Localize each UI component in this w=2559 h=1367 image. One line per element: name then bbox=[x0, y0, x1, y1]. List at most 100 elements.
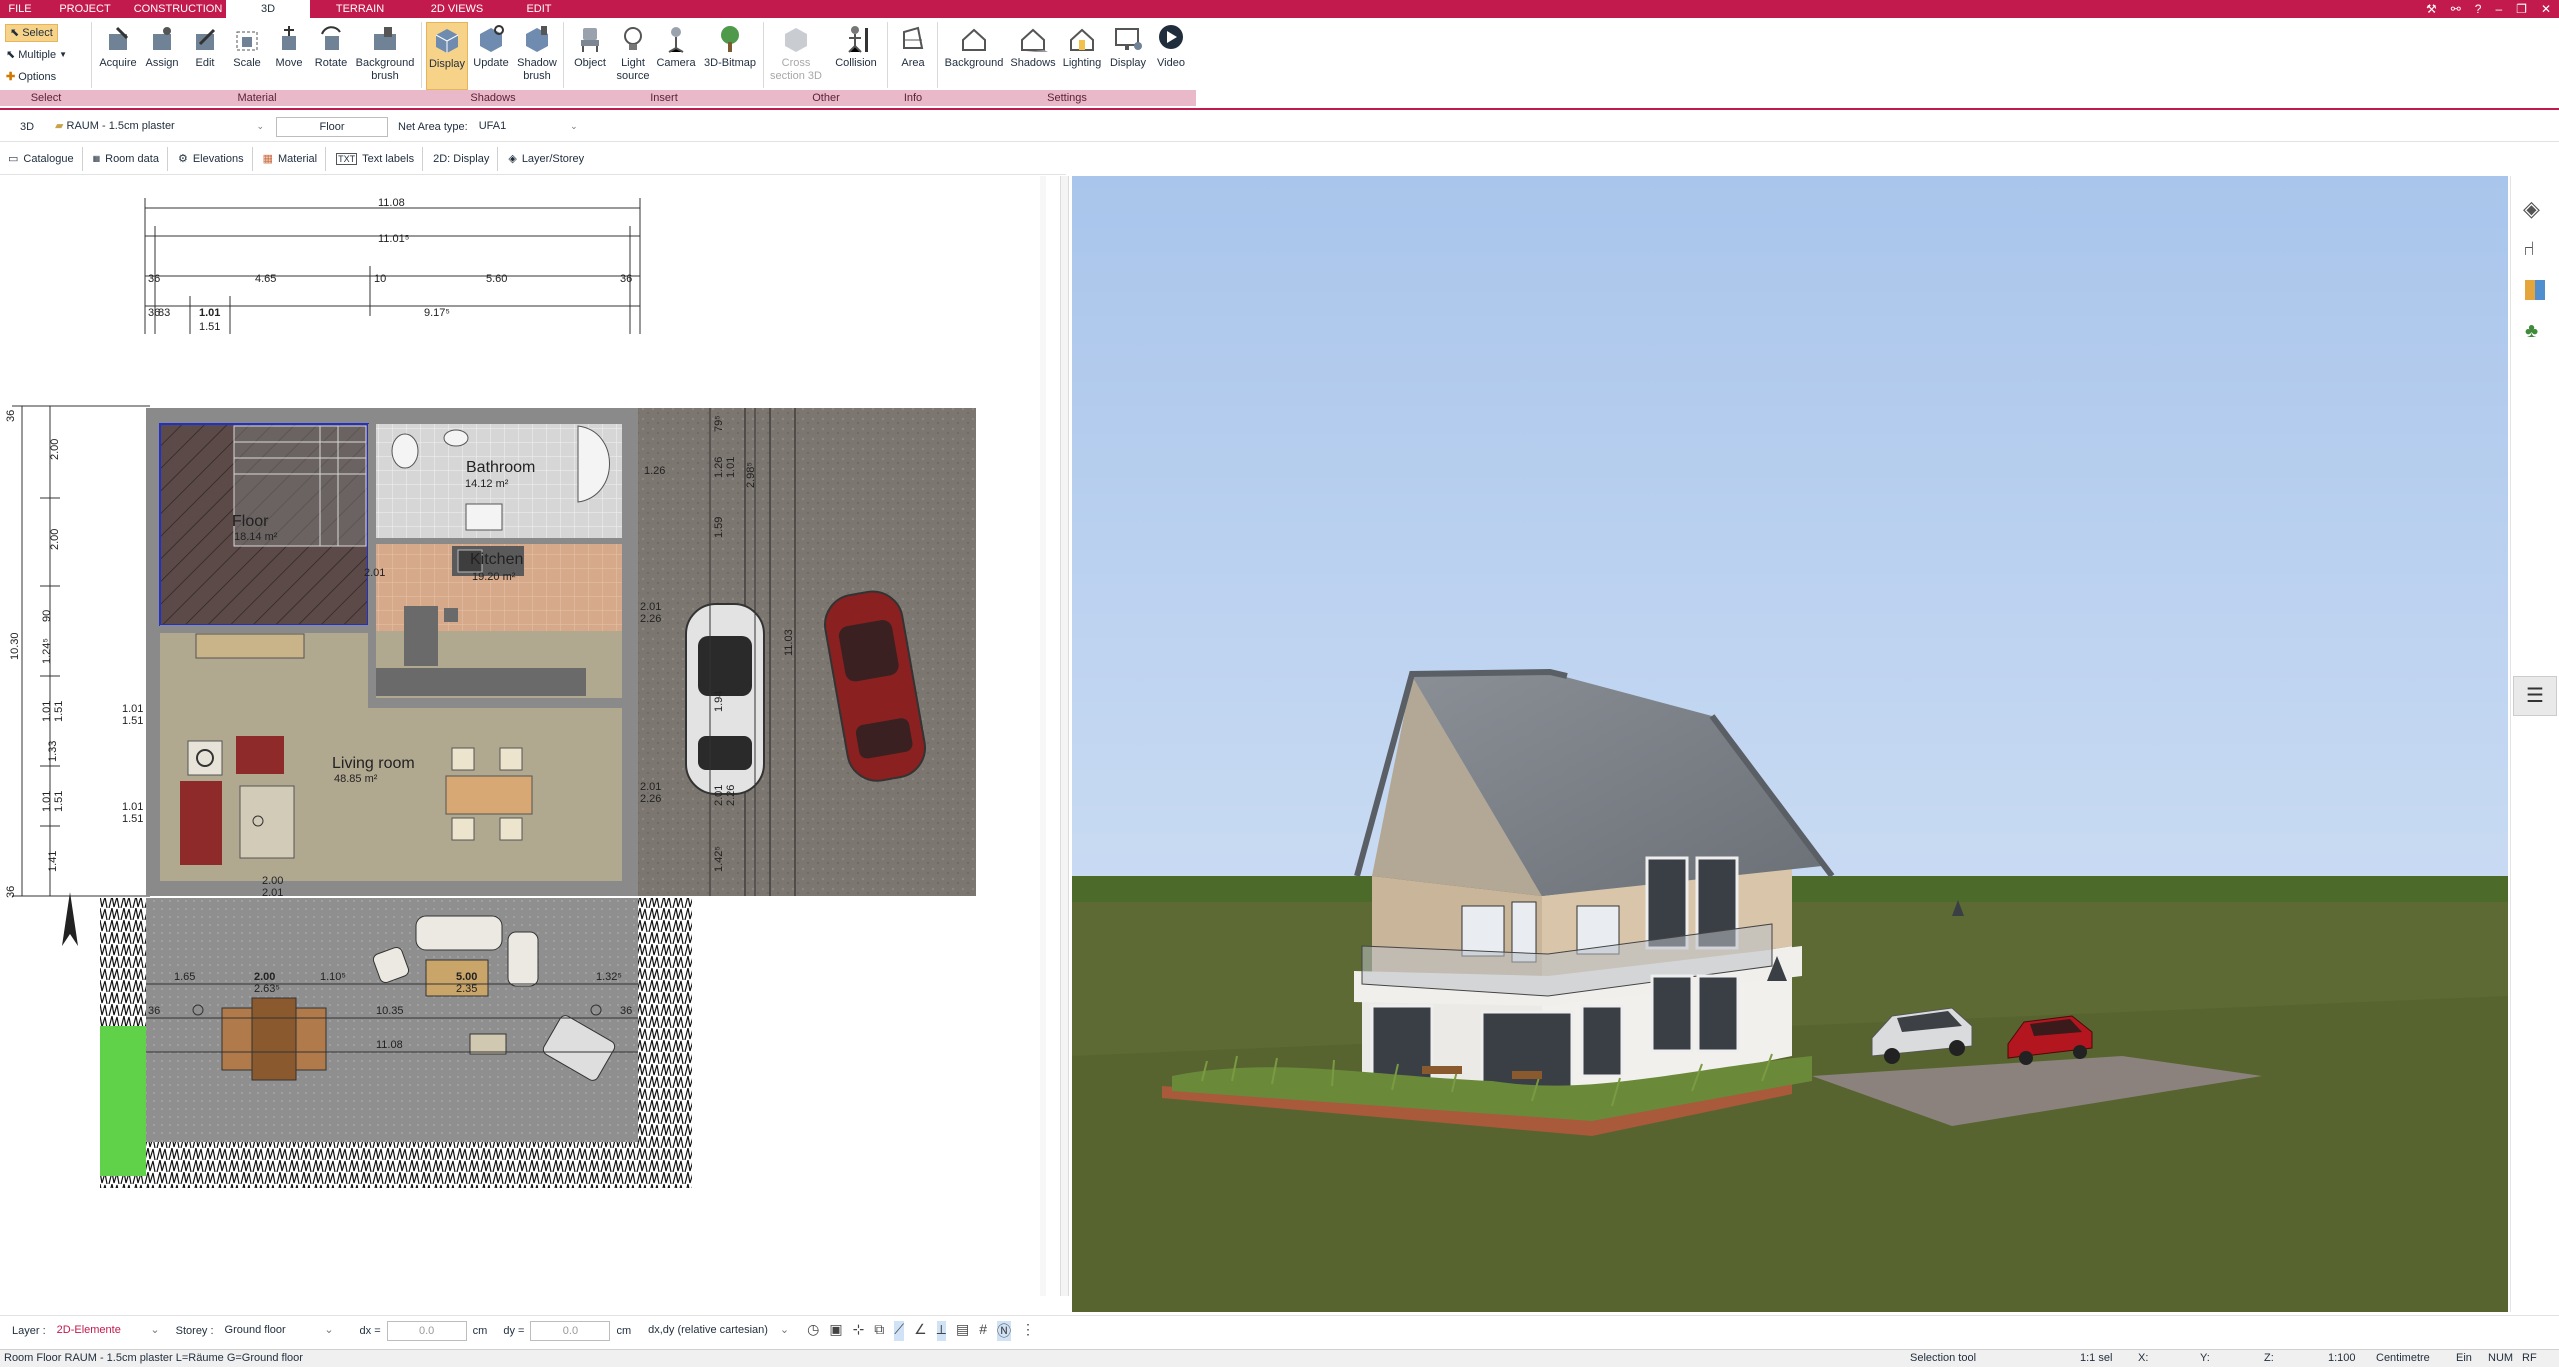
snap-ortho-icon[interactable]: ⟂ bbox=[936, 1320, 947, 1341]
text-labels-button[interactable]: TXT Text labels bbox=[328, 146, 424, 171]
3d-view[interactable] bbox=[1072, 176, 2508, 1312]
shadows-update-button[interactable]: Update bbox=[470, 22, 512, 90]
material-button[interactable]: ▦ Material bbox=[255, 146, 327, 171]
dim-right-8: 2.01 bbox=[713, 785, 725, 806]
scale-button[interactable]: Scale bbox=[226, 22, 268, 90]
acquire-button[interactable]: Acquire bbox=[96, 22, 140, 90]
lighting-button[interactable]: Lighting bbox=[1058, 22, 1106, 90]
snap-object-icon[interactable]: ⧉ bbox=[874, 1321, 884, 1341]
select-button[interactable]: ⬉ Select bbox=[5, 24, 58, 42]
tools-icon[interactable]: ⚒ bbox=[2426, 2, 2437, 16]
object-button[interactable]: Object bbox=[568, 22, 612, 90]
monitor-icon bbox=[1115, 28, 1142, 50]
display-settings-button[interactable]: Display bbox=[1106, 22, 1150, 90]
layers-icon[interactable]: ◈ bbox=[2523, 196, 2540, 222]
storey-select[interactable]: Ground floor ⌄ bbox=[219, 1320, 338, 1341]
chevron-down-icon: ⌄ bbox=[150, 1323, 160, 1336]
dim-door-bottom-b: 2.01 bbox=[262, 887, 283, 899]
snap-toolbar: ◷ ▣ ⊹ ⧉ ⟋ ∠ ⟂ ▤ # Ⓝ ⋮ bbox=[807, 1320, 1035, 1341]
options-button[interactable]: ✚ Options bbox=[6, 68, 56, 86]
layer-storey-button[interactable]: ◈ Layer/Storey bbox=[500, 147, 592, 171]
elevations-button[interactable]: ⚙ Elevations bbox=[170, 146, 253, 171]
minimize-icon[interactable]: – bbox=[2495, 2, 2502, 16]
panel-menu-icon[interactable]: ☰ bbox=[2513, 676, 2557, 716]
rotate-icon bbox=[321, 26, 341, 50]
room-name-field[interactable]: Floor bbox=[276, 116, 388, 137]
tab-2d-views[interactable]: 2D VIEWS bbox=[410, 0, 504, 18]
info-group: Area Info bbox=[888, 18, 938, 108]
tab-file[interactable]: FILE bbox=[0, 0, 40, 18]
tab-terrain[interactable]: TERRAIN bbox=[310, 0, 410, 18]
multiple-button[interactable]: ⬉ Multiple ▼ bbox=[6, 46, 67, 64]
collision-button[interactable]: Collision bbox=[828, 22, 884, 90]
dim-left-8: 1.01 bbox=[41, 791, 53, 812]
play-icon bbox=[1159, 25, 1183, 49]
dim-terrace-8: 36 bbox=[148, 1005, 160, 1017]
camera-button[interactable]: Camera bbox=[654, 22, 698, 90]
plant-icon[interactable]: ♣ bbox=[2525, 320, 2538, 343]
room-area-kitchen: 19.20 m² bbox=[472, 571, 516, 583]
cross-section-3d-button[interactable]: Cross section 3D bbox=[768, 22, 824, 90]
ribbon: ⬉ Select ⬉ Multiple ▼ ✚ Options Select Acqui… bbox=[0, 18, 2559, 110]
clock-icon[interactable]: ◷ bbox=[807, 1321, 819, 1341]
dim-door-bottom-a: 2.00 bbox=[262, 875, 283, 887]
dim-right-14: 2.26 bbox=[640, 793, 661, 805]
snap-grid-icon[interactable]: ▣ bbox=[829, 1321, 842, 1341]
link-icon[interactable]: ⚯ bbox=[2451, 2, 2461, 16]
chair-icon[interactable]: ⑁ bbox=[2523, 238, 2535, 261]
layer-label: Layer : bbox=[12, 1324, 46, 1337]
tab-3d[interactable]: 3D bbox=[226, 0, 310, 18]
person-icon bbox=[848, 26, 868, 53]
background-brush-button[interactable]: Background brush bbox=[352, 22, 418, 90]
tab-edit[interactable]: EDIT bbox=[504, 0, 574, 18]
catalogue-button[interactable]: ▭ Catalogue bbox=[0, 146, 83, 171]
snap-line-icon[interactable]: ⟋ bbox=[894, 1320, 905, 1341]
settings-shadows-button[interactable]: Shadows bbox=[1008, 22, 1058, 90]
north-icon[interactable]: Ⓝ bbox=[997, 1320, 1012, 1341]
more-options-icon[interactable]: ⋮ bbox=[1021, 1321, 1035, 1341]
snap-point-icon[interactable]: ⊹ bbox=[853, 1321, 865, 1341]
splitter[interactable] bbox=[1060, 176, 1069, 1296]
light-source-button[interactable]: Light source bbox=[612, 22, 654, 90]
video-button[interactable]: Video bbox=[1150, 22, 1192, 90]
3d-bitmap-button[interactable]: 3D-Bitmap bbox=[700, 22, 760, 90]
move-button[interactable]: Move bbox=[268, 22, 310, 90]
shadows-display-button[interactable]: Display bbox=[426, 22, 468, 90]
help-icon[interactable]: ? bbox=[2475, 2, 2482, 16]
dim-door-floor: 2.01 bbox=[364, 567, 385, 579]
plan-vertical-scrollbar[interactable] bbox=[1040, 176, 1046, 1296]
area-button[interactable]: Area bbox=[892, 22, 934, 90]
room-data-button[interactable]: ▦ Room data bbox=[85, 146, 168, 171]
background-button[interactable]: Background bbox=[942, 22, 1006, 90]
coord-mode-select[interactable]: dx,dy (relative cartesian) ⌄ bbox=[643, 1320, 794, 1341]
material-icon[interactable] bbox=[2525, 280, 2545, 300]
grid-icon[interactable]: # bbox=[979, 1321, 987, 1341]
sideboard bbox=[195, 633, 305, 659]
net-area-select[interactable]: UFA1 ⌄ bbox=[473, 116, 582, 137]
hatch-icon[interactable]: ▤ bbox=[956, 1321, 969, 1341]
dy-input[interactable]: 0.0 bbox=[530, 1320, 611, 1341]
shadow-brush-button[interactable]: Shadow brush bbox=[514, 22, 560, 90]
layer-select[interactable]: 2D-Elemente ⌄ bbox=[51, 1320, 164, 1341]
assign-button[interactable]: Assign bbox=[140, 22, 184, 90]
tab-project[interactable]: PROJECT bbox=[40, 0, 130, 18]
status-tool: Selection tool bbox=[1910, 1352, 1977, 1364]
view-toolbar: ▭ Catalogue ▦ Room data ⚙ Elevations ▦ Mater… bbox=[0, 143, 1066, 175]
cross-section-icon bbox=[785, 28, 807, 52]
status-ein: Ein bbox=[2456, 1352, 2472, 1364]
armchair-left bbox=[180, 781, 222, 865]
room-area-floor: 18.14 m² bbox=[234, 531, 278, 543]
tab-construction[interactable]: CONSTRUCTION bbox=[130, 0, 226, 18]
edit-material-button[interactable]: Edit bbox=[184, 22, 226, 90]
snap-angle-icon[interactable]: ∠ bbox=[914, 1321, 927, 1341]
room-type-select[interactable]: ▰ RAUM - 1.5cm plaster ⌄ bbox=[50, 116, 268, 137]
rotate-button[interactable]: Rotate bbox=[310, 22, 352, 90]
floor-plan-view[interactable]: 11.08 11.01⁵ 4.65 5.60 1.01 1.51 9.17⁵ 8… bbox=[0, 176, 1046, 1296]
2d-display-button[interactable]: 2D: Display bbox=[425, 146, 499, 171]
close-icon[interactable]: ✕ bbox=[2541, 2, 2551, 16]
restore-icon[interactable]: ❐ bbox=[2516, 2, 2527, 16]
room-data-icon: ▦ bbox=[92, 154, 101, 163]
chevron-down-icon: ⌄ bbox=[570, 120, 578, 131]
dx-input[interactable]: 0.0 bbox=[386, 1320, 467, 1341]
dim-left-top: 36 bbox=[5, 410, 17, 422]
